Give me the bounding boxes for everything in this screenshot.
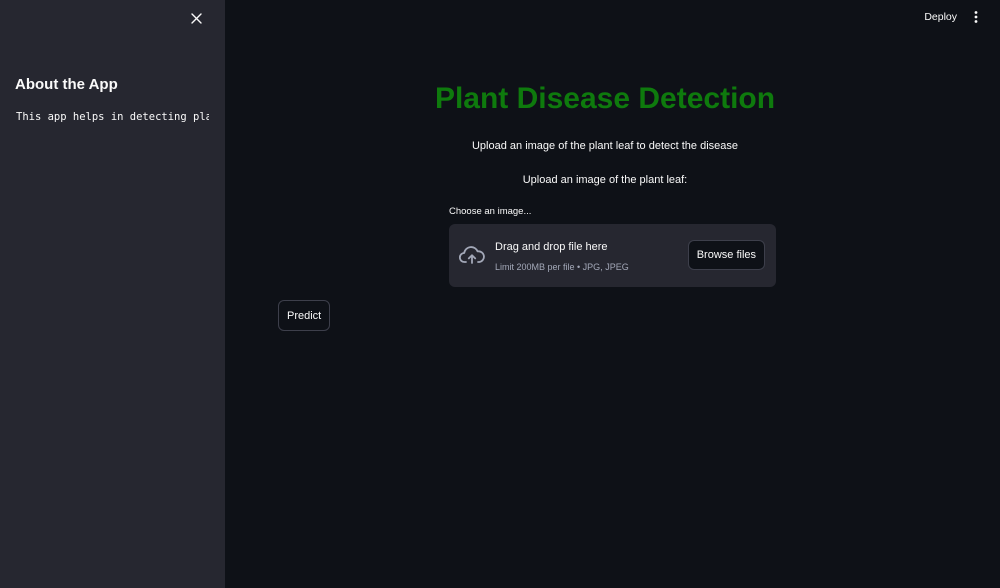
sidebar-title: About the App [15, 76, 118, 93]
sidebar-close-button[interactable] [186, 8, 206, 28]
sidebar-description: This app helps in detecting plant diseas… [16, 111, 209, 123]
close-icon [190, 12, 202, 24]
browse-files-button[interactable]: Browse files [687, 240, 765, 270]
app-window: About the App This app helps in detectin… [0, 0, 1000, 588]
predict-button[interactable]: Predict [278, 300, 331, 331]
dropzone-file-limit: Limit 200MB per file • JPG, JPEG [495, 262, 629, 272]
more-vertical-icon [974, 11, 978, 23]
sidebar: About the App This app helps in detectin… [0, 0, 225, 588]
main-content: Deploy Plant Disease Detection Upload an… [225, 0, 1000, 588]
page-subtitle: Upload an image of the plant leaf to det… [471, 140, 738, 152]
page-title: Plant Disease Detection [434, 82, 776, 115]
file-uploader-label: Choose an image... [449, 206, 532, 217]
file-dropzone[interactable]: Drag and drop file here Limit 200MB per … [449, 224, 776, 287]
dropzone-instructions: Drag and drop file here [495, 241, 608, 253]
deploy-button[interactable]: Deploy [924, 10, 957, 24]
upload-prompt: Upload an image of the plant leaf: [522, 174, 688, 186]
main-menu-button[interactable] [971, 9, 981, 25]
cloud-upload-icon [459, 246, 485, 264]
